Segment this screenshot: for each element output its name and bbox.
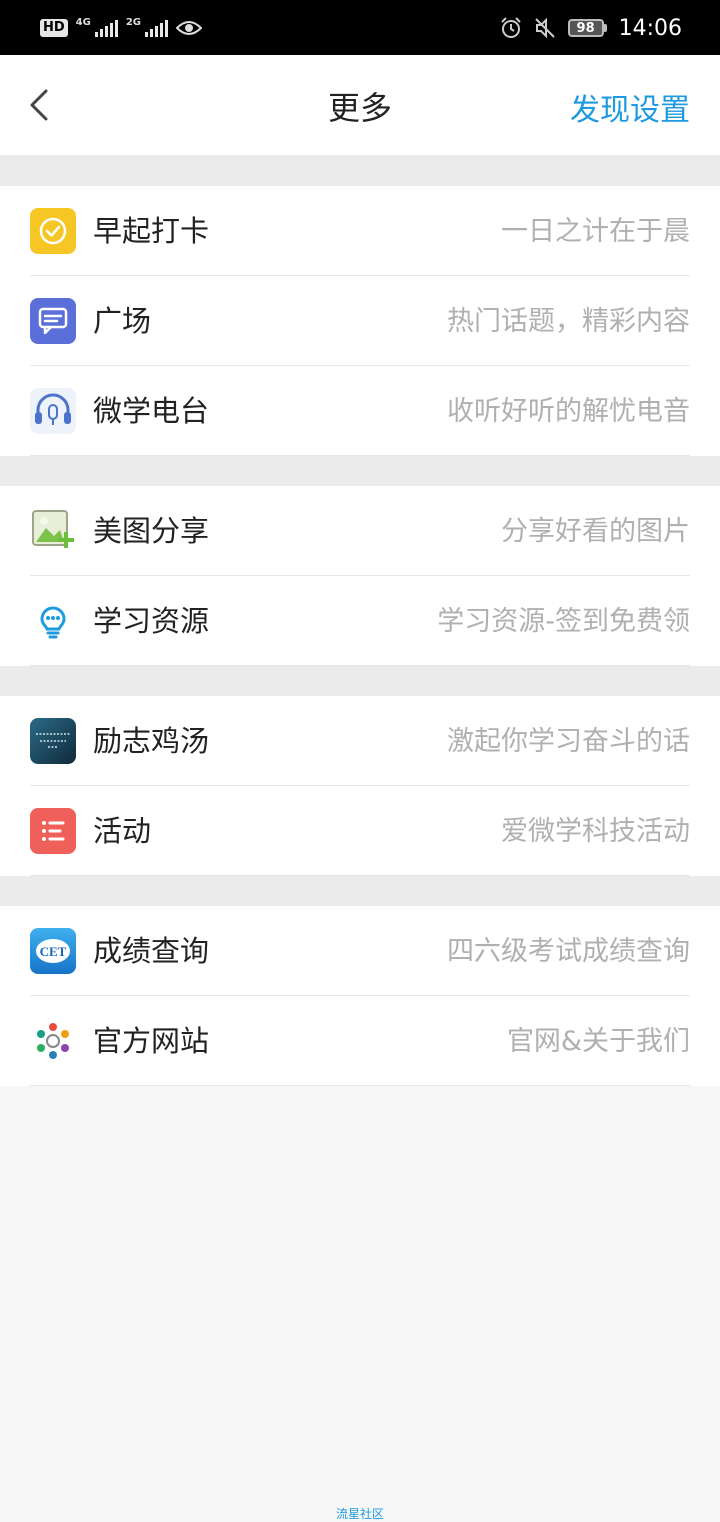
menu-section-4: CET 成绩查询 四六级考试成绩查询 官方网站 官网&关于我们	[0, 906, 720, 1086]
mute-icon	[534, 17, 555, 39]
list-icon	[30, 808, 76, 854]
menu-item-subtitle: 四六级考试成绩查询	[447, 936, 690, 967]
flower-logo-icon	[30, 1018, 76, 1064]
signal-strength-icon-2	[145, 19, 169, 37]
status-right: 98 14:06	[500, 12, 682, 44]
menu-item-title: 活动	[93, 814, 152, 848]
menu-item-title: 学习资源	[93, 604, 210, 638]
headphones-icon	[30, 388, 76, 434]
menu-item-subtitle: 热门话题，精彩内容	[447, 306, 690, 337]
menu-item-title: 微学电台	[93, 394, 210, 428]
signal-strength-icon	[94, 19, 118, 37]
hd-badge: HD	[40, 19, 68, 37]
menu-section-1: 早起打卡 一日之计在于晨 广场 热门话题，精彩内容 微学电台 收听好听的解忧电音	[0, 186, 720, 456]
menu-item-photo-share[interactable]: 美图分享 分享好看的图片	[30, 486, 690, 576]
quote-image-icon	[30, 718, 76, 764]
menu-item-title: 美图分享	[93, 514, 210, 548]
menu-item-radio[interactable]: 微学电台 收听好听的解忧电音	[30, 366, 690, 456]
menu-item-morning-checkin[interactable]: 早起打卡 一日之计在于晨	[30, 186, 690, 276]
menu-item-subtitle: 爱微学科技活动	[501, 816, 690, 847]
network-4g-label: 4G	[75, 16, 91, 28]
svg-text:CET: CET	[40, 944, 67, 959]
status-time: 14:06	[618, 15, 682, 41]
menu-item-title: 官方网站	[93, 1024, 210, 1058]
menu-item-title: 广场	[93, 304, 152, 338]
section-divider	[0, 155, 720, 186]
menu-item-score-query[interactable]: CET 成绩查询 四六级考试成绩查询	[30, 906, 690, 996]
menu-item-subtitle: 收听好听的解忧电音	[447, 396, 690, 427]
battery-level: 98	[567, 19, 604, 37]
image-add-icon	[30, 508, 76, 554]
discover-settings-button[interactable]: 发现设置	[570, 85, 690, 129]
nav-bar: 更多 发现设置	[0, 55, 720, 155]
menu-item-activities[interactable]: 活动 爱微学科技活动	[30, 786, 690, 876]
checkin-clock-icon	[30, 208, 76, 254]
menu-item-subtitle: 官网&关于我们	[506, 1026, 690, 1057]
menu-item-subtitle: 激起你学习奋斗的话	[447, 726, 690, 757]
battery-icon: 98	[567, 19, 607, 37]
menu-item-learning-resources[interactable]: 学习资源 学习资源-签到免费领	[30, 576, 690, 666]
menu-item-subtitle: 学习资源-签到免费领	[437, 606, 690, 637]
cet-logo-icon: CET	[30, 928, 76, 974]
footer-watermark: 流星社区	[335, 1507, 384, 1521]
menu-section-2: 美图分享 分享好看的图片 学习资源 学习资源-签到免费领	[0, 486, 720, 666]
alarm-icon	[500, 17, 521, 38]
menu-item-title: 励志鸡汤	[93, 724, 210, 758]
menu-item-official-site[interactable]: 官方网站 官网&关于我们	[30, 996, 690, 1086]
status-left: HD 4G 2G	[40, 14, 203, 42]
menu-item-subtitle: 一日之计在于晨	[501, 216, 690, 247]
chat-bubble-icon	[30, 298, 76, 344]
eye-icon	[176, 21, 203, 35]
section-divider	[0, 666, 720, 696]
menu-item-title: 早起打卡	[93, 214, 210, 248]
lightbulb-icon	[30, 598, 76, 644]
status-bar: HD 4G 2G 98 14:06	[0, 0, 720, 55]
menu-item-square[interactable]: 广场 热门话题，精彩内容	[30, 276, 690, 366]
section-divider	[0, 456, 720, 486]
menu-section-3: 励志鸡汤 激起你学习奋斗的话 活动 爱微学科技活动	[0, 696, 720, 876]
menu-item-motivation[interactable]: 励志鸡汤 激起你学习奋斗的话	[30, 696, 690, 786]
network-2g-label: 2G	[125, 16, 142, 28]
menu-item-title: 成绩查询	[93, 934, 210, 968]
menu-item-subtitle: 分享好看的图片	[501, 516, 690, 547]
section-divider	[0, 876, 720, 906]
